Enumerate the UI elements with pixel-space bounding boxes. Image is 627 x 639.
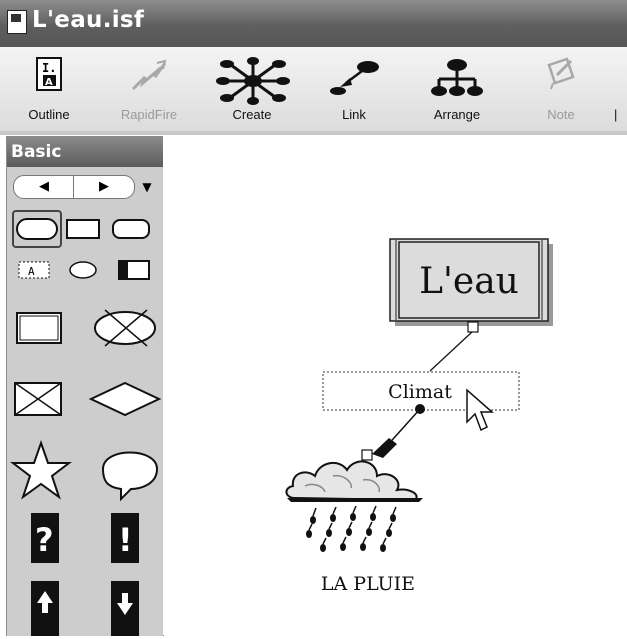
palette-prev-button[interactable]: ◀ xyxy=(16,176,72,198)
svg-text:A: A xyxy=(28,265,35,278)
arrange-icon xyxy=(431,59,483,96)
rapidfire-label: RapidFire xyxy=(120,107,178,122)
document-icon xyxy=(7,10,27,34)
shape-crossed-oval[interactable] xyxy=(94,309,156,347)
shape-rounded-rectangle[interactable] xyxy=(112,219,150,239)
shape-text-box[interactable]: A xyxy=(18,261,50,279)
create-button[interactable]: Create xyxy=(213,53,291,125)
svg-text:A: A xyxy=(45,77,53,88)
palette-nav: ◀ ▶ xyxy=(13,175,135,199)
symbol-label: LA PLUIE xyxy=(321,573,415,595)
outline-icon: I. A xyxy=(36,57,62,91)
shape-shadow-rect[interactable] xyxy=(118,260,150,280)
symbol-palette: Basic ◀ ▶ ▼ A ? ! xyxy=(6,136,164,636)
arrange-label: Arrange xyxy=(433,107,481,122)
window-title: L'eau.isf xyxy=(32,7,145,33)
palette-menu-button[interactable]: ▼ xyxy=(135,175,159,199)
subtopic-label: Climat xyxy=(388,381,452,403)
shape-down-arrow-symbol[interactable] xyxy=(111,581,139,636)
svg-text:!: ! xyxy=(118,521,133,559)
shape-up-arrow-symbol[interactable] xyxy=(31,581,59,636)
link-label: Link xyxy=(342,107,366,122)
diagram-canvas[interactable]: L'eau Climat LA PLUIE xyxy=(163,136,627,635)
note-label: Note xyxy=(547,107,575,122)
rapidfire-icon xyxy=(131,59,167,91)
shape-star[interactable] xyxy=(10,439,72,500)
link-button[interactable]: Link xyxy=(315,53,393,125)
svg-text:?: ? xyxy=(35,521,54,559)
rain-cloud-icon[interactable] xyxy=(285,460,423,552)
outline-label: Outline xyxy=(28,107,70,122)
note-button[interactable]: Note xyxy=(522,53,600,125)
note-icon xyxy=(547,57,575,90)
main-idea-label: L'eau xyxy=(419,261,519,302)
shape-speech-bubble[interactable] xyxy=(101,451,159,502)
arrange-button[interactable]: Arrange xyxy=(418,53,496,125)
shape-oval-rect-selected[interactable] xyxy=(12,210,62,248)
rapidfire-button[interactable]: RapidFire xyxy=(110,53,188,125)
palette-next-button[interactable]: ▶ xyxy=(76,176,132,198)
symbol-link-handle[interactable] xyxy=(361,449,373,461)
create-icon xyxy=(216,57,290,105)
svg-text:I.: I. xyxy=(42,61,56,75)
shape-exclamation-symbol[interactable]: ! xyxy=(111,513,139,563)
shape-cloud[interactable] xyxy=(69,261,97,279)
shape-question-symbol[interactable]: ? xyxy=(31,513,59,563)
diagram-svg: L'eau Climat LA PLUIE xyxy=(285,238,553,595)
main-idea-node[interactable]: L'eau xyxy=(389,238,553,326)
link-icon xyxy=(330,61,379,95)
shape-rectangle[interactable] xyxy=(66,219,100,239)
palette-shapes: A ? ! xyxy=(10,210,162,636)
toolbar-divider xyxy=(0,131,627,135)
create-label: Create xyxy=(232,107,272,122)
outline-button[interactable]: I. A Outline xyxy=(10,53,88,125)
title-bar: L'eau.isf xyxy=(0,0,627,47)
shape-double-rect[interactable] xyxy=(16,312,62,344)
main-idea-link-handle[interactable] xyxy=(467,321,479,333)
link-line[interactable] xyxy=(429,331,473,372)
palette-title: Basic xyxy=(7,137,163,167)
arrow-head-icon xyxy=(372,438,397,458)
shape-crossed-rect[interactable] xyxy=(14,382,62,416)
shape-diamond[interactable] xyxy=(88,381,162,417)
toolbar-overflow-button[interactable]: | xyxy=(614,53,627,125)
toolbar: I. A Outline RapidFire Create Link Arran… xyxy=(0,47,627,132)
